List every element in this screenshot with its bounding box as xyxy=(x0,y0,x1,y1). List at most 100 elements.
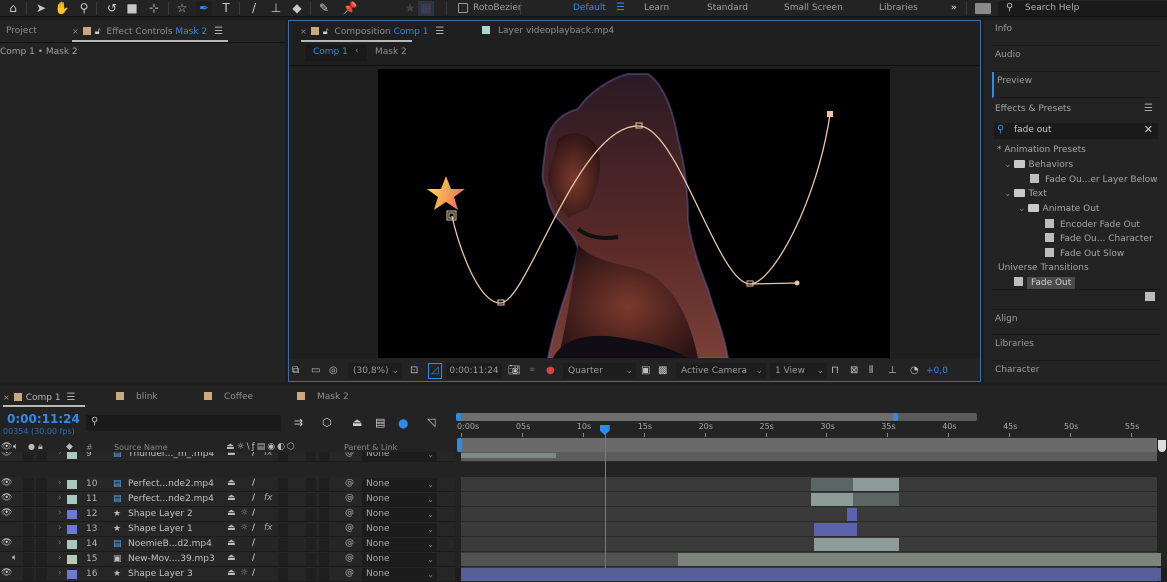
navigator-start-handle[interactable] xyxy=(456,413,461,421)
expand-chevron-icon[interactable]: › xyxy=(58,508,62,518)
draft-3d-icon[interactable]: ⬡ xyxy=(322,416,332,429)
parent-dropdown[interactable]: None ⌄ xyxy=(362,523,437,536)
quality-switch-icon[interactable]: / xyxy=(252,493,255,503)
shy-switch-icon[interactable]: ⏏ xyxy=(227,538,236,548)
expand-chevron-icon[interactable]: › xyxy=(58,452,62,458)
close-icon[interactable]: × xyxy=(300,27,307,36)
toggle-pixel-aspect-icon[interactable]: ⊓ xyxy=(831,364,839,378)
layer-duration-bar[interactable] xyxy=(810,478,854,491)
adjustment-switch[interactable] xyxy=(306,523,316,536)
work-area-start-handle[interactable] xyxy=(457,438,462,452)
tab-project[interactable]: Project xyxy=(6,26,37,36)
lock-icon[interactable]: 🔓︎ xyxy=(323,27,329,37)
layer-name[interactable]: Perfect...nde2.mp4 xyxy=(128,479,214,489)
parent-dropdown[interactable]: None ⌄ xyxy=(362,538,437,551)
comp-flowchart-icon[interactable]: ⊥ xyxy=(888,364,897,378)
shy-switch-icon[interactable]: ⏏ xyxy=(227,523,236,533)
timeline-search-input[interactable]: ⚲ xyxy=(86,415,281,431)
layer-row[interactable]: 🔈︎ › 15 ▣ New-Mov....39.mp3 ⏏ / @ None ⌄ xyxy=(0,552,455,567)
resolution-dropdown[interactable]: Quarter ⌄ xyxy=(563,363,636,379)
effects-search-field[interactable]: ⚲ fade out ✕ xyxy=(994,123,1158,139)
search-help-field[interactable]: ⚲ Search Help xyxy=(998,1,1167,16)
playhead[interactable] xyxy=(604,425,606,568)
fx-switch-icon[interactable]: fx xyxy=(264,493,273,503)
solo-switch[interactable] xyxy=(23,452,34,461)
expand-chevron-icon[interactable]: › xyxy=(58,478,62,488)
time-navigator-range[interactable] xyxy=(459,413,896,421)
layer-duration-bar[interactable] xyxy=(814,538,900,551)
layer-duration-bar[interactable] xyxy=(461,553,678,566)
adjustment-switch[interactable] xyxy=(306,553,316,566)
eye-icon[interactable]: 👁︎ xyxy=(1,493,12,503)
layer-duration-bar[interactable] xyxy=(461,453,556,458)
adjustment-switch[interactable] xyxy=(306,493,316,506)
parent-dropdown[interactable]: None ⌄ xyxy=(362,553,437,566)
eye-icon[interactable]: 👁︎ xyxy=(1,538,12,548)
pickwhip-icon[interactable]: @ xyxy=(345,493,354,503)
label-tag-icon[interactable]: ◆ xyxy=(66,442,73,452)
comp-button-icon[interactable] xyxy=(1158,440,1166,452)
label-color-swatch[interactable] xyxy=(67,555,77,564)
layer-duration-bar[interactable] xyxy=(847,508,857,521)
panel-audio[interactable]: Audio xyxy=(992,46,1160,72)
frame-blend-switch[interactable] xyxy=(278,452,288,461)
label-color-swatch[interactable] xyxy=(67,510,77,519)
eraser-tool-icon[interactable]: ◆ xyxy=(289,1,305,16)
frame-blending-icon[interactable]: ▤ xyxy=(375,416,385,429)
layer-duration-bar[interactable] xyxy=(814,523,857,536)
close-icon[interactable]: × xyxy=(72,27,79,36)
work-area-bar[interactable] xyxy=(461,438,1157,452)
shy-switch-icon[interactable]: ⏏ xyxy=(227,568,236,578)
adjustment-switch[interactable] xyxy=(306,452,316,461)
workspace-libraries[interactable]: Libraries xyxy=(879,3,918,13)
magnification-dropdown[interactable]: (30,8%) ⌄ xyxy=(348,363,402,379)
3d-switch[interactable] xyxy=(319,493,329,506)
frame-blend-switch[interactable] xyxy=(278,523,288,536)
layer-duration-bar[interactable] xyxy=(810,493,854,506)
solo-switch[interactable] xyxy=(23,478,34,491)
time-ruler[interactable]: 0:00s 05s 10s 15s 20s 25s 30s 35s 40s 45s 50s 55s xyxy=(455,422,1167,438)
layer-row[interactable]: 👁︎ › 9 ▤ Thunder..._m_.mp4 ⏏ / fx @ None… xyxy=(0,452,455,462)
shy-switch-icon[interactable]: ⏏ xyxy=(227,452,236,458)
puppet-pin-tool-icon[interactable]: 📌 xyxy=(342,1,358,16)
frame-blend-switch[interactable] xyxy=(278,568,288,581)
star-shape-tool-icon[interactable]: ☆ xyxy=(174,1,190,16)
layer-name[interactable]: NoemieB...d2.mp4 xyxy=(128,539,212,549)
current-time-display[interactable]: 0:00:11:24 xyxy=(7,412,80,426)
label-color-swatch[interactable] xyxy=(67,570,77,579)
eye-icon[interactable]: 👁︎ xyxy=(1,478,12,488)
lock-icon[interactable]: 🔒︎ xyxy=(38,442,43,452)
guides-icon[interactable]: ⊡ xyxy=(410,364,418,378)
quality-switch-icon[interactable]: / xyxy=(252,508,255,518)
snapshot-icon[interactable]: 📷︎ xyxy=(508,364,521,378)
video-switch-icon[interactable]: 👁︎ xyxy=(1,442,12,452)
pickwhip-icon[interactable]: @ xyxy=(345,478,354,488)
layer-duration-bar[interactable] xyxy=(853,478,900,491)
selection-tool-icon[interactable]: ➤ xyxy=(33,1,49,16)
workspace-default[interactable]: Default xyxy=(573,3,606,13)
workspace-learn[interactable]: Learn xyxy=(644,3,669,13)
hand-tool-icon[interactable]: ✋ xyxy=(54,1,70,16)
expand-chevron-icon[interactable]: › xyxy=(58,523,62,533)
lock-icon[interactable]: 🔓︎ xyxy=(95,27,101,37)
tree-universe-transitions[interactable]: Universe Transitions xyxy=(998,263,1089,273)
fx-switch-icon[interactable]: fx xyxy=(264,523,273,533)
lock-switch[interactable] xyxy=(36,508,47,521)
frame-blend-switch[interactable] xyxy=(278,553,288,566)
navigator-end-handle[interactable] xyxy=(893,413,898,421)
layer-duration-bar[interactable] xyxy=(853,493,900,506)
zoom-tool-icon[interactable]: ⚲ xyxy=(76,1,92,16)
column-source-name[interactable]: Source Name xyxy=(114,443,168,452)
lock-switch[interactable] xyxy=(36,452,47,461)
layer-name[interactable]: New-Mov....39.mp3 xyxy=(128,554,215,564)
layer-duration-bar[interactable] xyxy=(461,568,1162,581)
transparency-grid-icon[interactable]: ▩ xyxy=(658,364,667,378)
shy-switch-icon[interactable]: ⏏ xyxy=(227,493,236,503)
pickwhip-icon[interactable]: @ xyxy=(345,523,354,533)
current-time-display[interactable]: 0:00:11:24 xyxy=(446,363,502,379)
layer-row[interactable]: 👁︎ › 12 ★ Shape Layer 2 ⏏ ☼ / @ None ⌄ xyxy=(0,507,455,522)
tree-preset-item[interactable]: Fade Ou...er Layer Below xyxy=(1030,174,1157,185)
panel-info[interactable]: Info xyxy=(992,20,1160,46)
tab-timeline-coffee[interactable]: Coffee xyxy=(204,392,253,402)
eye-icon[interactable]: 👁︎ xyxy=(1,508,12,518)
